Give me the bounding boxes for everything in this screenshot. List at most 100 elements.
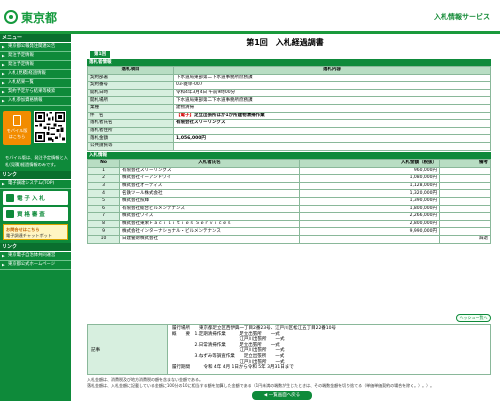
bid-no: 5: [87, 196, 120, 206]
logo-text: 東京都: [21, 10, 58, 25]
main-content: 第1回 入札経過調書 第1回 落札者情報 落札項目 落札内容 契約部署 下水道局東…: [76, 34, 494, 401]
tokyo-logo[interactable]: 東京都: [4, 8, 60, 26]
chatbot-banner[interactable]: お問合せはこちら 電子調達チャットボット: [3, 224, 68, 240]
bid-no: 8: [87, 219, 120, 229]
bid-amount: 9,990,000円: [299, 227, 440, 236]
row-label: 開札場所: [87, 96, 174, 105]
bid-no: 4: [87, 189, 120, 198]
winner-name: 有限会社スリーリングス: [176, 120, 226, 126]
bid-note: [439, 181, 491, 191]
row-value: [173, 141, 491, 151]
project-info-table: 落札項目 落札内容 契約部署 下水道局東部第二下水道事務所庶務課 契約番号 03-雑…: [87, 66, 491, 151]
bid-no: 10: [87, 234, 120, 244]
sidebar-item-kyodo[interactable]: 東京電子自治体共同運営: [0, 252, 71, 261]
bid-note: [439, 212, 491, 221]
bid-no: 2: [87, 174, 120, 183]
bid-amount: [299, 234, 440, 244]
qualification-icon: [6, 210, 14, 218]
page-title: 第1回 入札経過調書: [246, 38, 324, 47]
electronic-tag: 【電子】: [176, 112, 194, 118]
e-bidding-button[interactable]: 電 子 入 札: [3, 191, 68, 205]
sidebar-item-shikaku[interactable]: 入札参加資格情報: [0, 97, 71, 106]
bidder-name: 名鉄ツール株式会社: [119, 189, 300, 198]
back-to-list-button[interactable]: ◀ 一覧画面へ戻る: [252, 391, 312, 400]
bidder-name: 株式会社東栄Ｆａｃｉｌｉｔｉｅｓ Ｓｅｒｖｉｃｅｓ: [119, 219, 300, 229]
bid-note: [439, 219, 491, 229]
bid-amount: 2,266,000円: [299, 212, 440, 221]
mobile-note: モバイル版は、発注予定情報と入札(見積)経過情報のみです。: [5, 155, 68, 167]
bid-note: 辞退: [439, 234, 491, 244]
header-content: 落札内容: [173, 66, 491, 75]
row-label: 契約番号: [87, 81, 174, 90]
bidder-name: 株式会社ワイズ: [119, 212, 300, 221]
bidder-name: 有限会社スリーリングス: [119, 166, 300, 176]
row-label: 公共請負等: [87, 141, 174, 151]
bid-no: 6: [87, 204, 120, 214]
phone-icon: [13, 115, 21, 126]
table-row: 落札者住所: [87, 126, 491, 136]
hash-list-button[interactable]: ヘッシュー覧へ: [456, 314, 491, 322]
row-label: 落札者氏名: [87, 119, 174, 128]
bidder-name: 株式会社照輝: [119, 196, 300, 206]
mobile-link-button[interactable]: モバイル版 はこちら: [3, 111, 31, 145]
table-row: 契約番号 03-雑単-007: [87, 81, 491, 90]
bidder-name: 株式会社インターナショナル・ビルメンテナンス: [119, 227, 300, 236]
row-value: 【電子】足立出張所ほか1か所建物清掃作業: [173, 111, 491, 121]
table-row: 開札日時 令和4年3月4日 午前9時00分: [87, 88, 491, 98]
chatbot-line-2: 電子調達チャットボット: [6, 232, 53, 238]
sidebar-item-hatchu-yotei-2[interactable]: 発注予定情報: [0, 61, 71, 70]
remarks-text: 履行場所 東京都足立区西伊興一丁目2番23号、江戸川区松江五丁目22番10号 概…: [172, 326, 337, 371]
chatbot-line-1: お問合せはこちら: [6, 227, 40, 232]
e-bidding-icon: [6, 194, 14, 202]
row-value: 令和4年3月4日 午前9時00分: [173, 88, 491, 98]
qr-code-icon: [34, 111, 66, 143]
sidebar-item-koho[interactable]: 東京都公報発注関連公告: [0, 43, 71, 52]
header-amount: 入札金額（税抜）: [299, 159, 440, 168]
mobile-label-1: モバイル版: [6, 128, 28, 133]
bid-amount: 1,800,000円: [299, 204, 440, 214]
sidebar-item-hatchu-yotei[interactable]: 発注予定情報: [0, 52, 71, 61]
table-row: 4 名鉄ツール株式会社 1,320,000円: [87, 189, 491, 198]
sidebar-item-kekka[interactable]: 入札結果一覧: [0, 79, 71, 88]
table-row: 公共請負等: [87, 141, 491, 151]
qualification-button[interactable]: 資 格 審 査: [3, 207, 68, 221]
bid-amount: 1,390,000円: [299, 196, 440, 206]
bid-amount: 1,080,000円: [299, 174, 440, 183]
table-row: 業種 建物清掃: [87, 103, 491, 113]
bid-amount: 1,320,000円: [299, 189, 440, 198]
row-label: 契約部署: [87, 73, 174, 83]
header-note: 備考: [439, 159, 491, 168]
header: 東京都 入札情報サービス: [0, 0, 500, 33]
row-value: [173, 126, 491, 136]
row-label: 開札日時: [87, 88, 174, 98]
table-header-row: 落札項目 落札内容: [87, 66, 491, 75]
header-name: 入札者氏名: [119, 159, 300, 168]
tab-round-1[interactable]: 第1回: [90, 51, 111, 58]
row-value: 有限会社スリーリングス: [173, 119, 491, 128]
row-value: 03-雑単-007: [173, 81, 491, 90]
row-label: 業種: [87, 103, 174, 113]
sidebar-item-denshi-top[interactable]: 電子調達システム(TOP): [0, 180, 71, 189]
row-label: 件 名: [87, 111, 174, 121]
bid-no: 3: [87, 181, 120, 191]
sidebar-item-official[interactable]: 東京都公式ホームページ: [0, 261, 71, 270]
footnote-2: 落札金額は、入札金額に記載している金額に100分の10に相当する額を加算した金額…: [87, 383, 435, 388]
row-label: 落札者住所: [87, 126, 174, 136]
table-header-row: No 入札者氏名 入札金額（税抜） 備考: [87, 159, 491, 168]
sidebar-bottom-heading: リンク: [0, 243, 71, 252]
row-value: 建物清掃: [173, 103, 491, 113]
bid-amount: 2,800,000円: [299, 219, 440, 229]
table-row: 7 株式会社ワイズ 2,266,000円: [87, 212, 491, 221]
header-item: 落札項目: [87, 66, 174, 75]
bid-note: [439, 196, 491, 206]
bidder-name: 株式会社イーアンドワイ: [119, 174, 300, 183]
header-no: No: [87, 159, 120, 168]
remarks-box: 記事 履行場所 東京都足立区西伊興一丁目2番23号、江戸川区松江五丁目22番10…: [87, 324, 491, 375]
bid-note: [439, 189, 491, 198]
project-section-bar: 落札者情報: [87, 59, 491, 66]
mobile-label-2: はこちら: [8, 134, 26, 139]
sidebar-item-search[interactable]: 契約予定から結果等検索: [0, 88, 71, 97]
row-value: 下水道局東部第二下水道事務所庶務課: [173, 73, 491, 83]
sidebar-item-keika[interactable]: 入札(見積)経過情報: [0, 70, 71, 79]
e-bidding-label: 電 子 入 札: [17, 196, 45, 202]
